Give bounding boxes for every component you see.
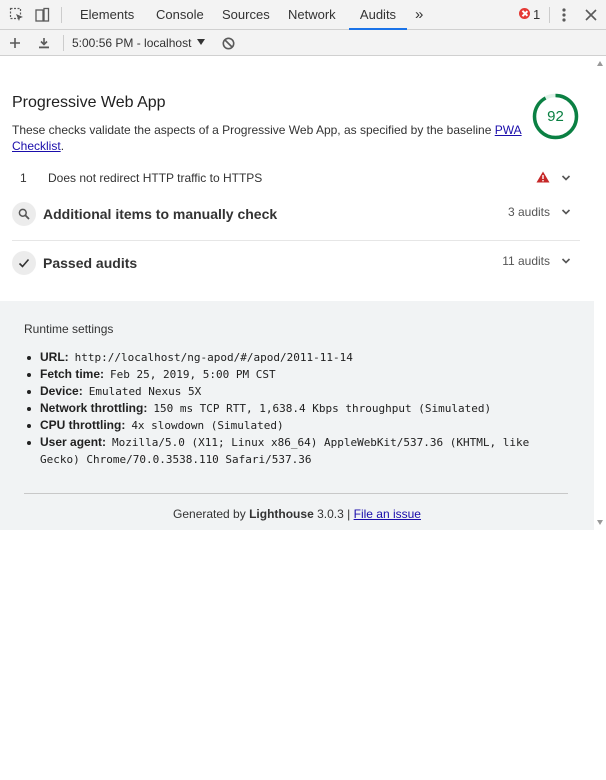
audit-row[interactable]: 1 Does not redirect HTTP traffic to HTTP… xyxy=(12,168,580,188)
score-value: 92 xyxy=(547,108,564,125)
runtime-setting-item: Fetch time: Feb 25, 2019, 5:00 PM CST xyxy=(24,366,564,383)
warning-icon xyxy=(536,171,550,183)
kebab-menu-icon[interactable] xyxy=(555,6,573,24)
scrollbar[interactable] xyxy=(594,56,606,530)
setting-value: http://localhost/ng-apod/#/apod/2011-11-… xyxy=(74,351,353,364)
report-footer: Runtime settings URL: http://localhost/ng… xyxy=(0,301,594,530)
lighthouse-version: 3.0.3 xyxy=(317,507,344,521)
search-icon xyxy=(12,202,36,226)
checkmark-icon xyxy=(12,251,36,275)
category-title: Progressive Web App xyxy=(12,94,166,111)
group-manual-checks[interactable]: Additional items to manually check 3 aud… xyxy=(12,195,580,235)
inspect-element-icon[interactable] xyxy=(8,6,26,24)
group-title: Additional items to manually check xyxy=(43,206,278,222)
runtime-setting-item: User agent: Mozilla/5.0 (X11; Linux x86_6… xyxy=(24,434,564,468)
tab-console[interactable]: Console xyxy=(156,0,204,30)
tab-sources[interactable]: Sources xyxy=(222,0,270,30)
description-suffix: . xyxy=(60,138,65,153)
setting-label: User agent: xyxy=(40,435,107,449)
toolbar-separator xyxy=(549,7,550,23)
setting-label: Network throttling: xyxy=(40,401,148,415)
audit-index: 1 xyxy=(20,171,27,185)
error-icon[interactable] xyxy=(519,8,530,19)
setting-label: Fetch time: xyxy=(40,367,105,381)
chevron-down-icon[interactable] xyxy=(197,39,205,45)
audits-toolbar: 5:00:56 PM - localhost xyxy=(0,30,606,56)
footer-divider xyxy=(24,493,568,494)
download-icon[interactable] xyxy=(35,34,53,52)
runtime-setting-item: Device: Emulated Nexus 5X xyxy=(24,383,564,400)
close-icon[interactable] xyxy=(582,6,600,24)
devtools-tabbar: Elements Console Sources Network Audits … xyxy=(0,0,606,30)
lighthouse-name: Lighthouse xyxy=(249,507,314,521)
report-session-select[interactable]: 5:00:56 PM - localhost xyxy=(72,30,191,56)
runtime-setting-item: URL: http://localhost/ng-apod/#/apod/2011… xyxy=(24,349,564,366)
audit-title: Does not redirect HTTP traffic to HTTPS xyxy=(48,171,263,185)
runtime-settings-list: URL: http://localhost/ng-apod/#/apod/2011… xyxy=(24,349,564,468)
footer-separator: | xyxy=(347,507,351,521)
tab-network[interactable]: Network xyxy=(288,0,336,30)
setting-label: Device: xyxy=(40,384,83,398)
runtime-setting-item: Network throttling: 150 ms TCP RTT, 1,638… xyxy=(24,400,564,417)
group-title: Passed audits xyxy=(43,255,138,271)
setting-value: 4x slowdown (Simulated) xyxy=(131,419,284,432)
category-description: These checks validate the aspects of a P… xyxy=(12,123,532,154)
setting-value: 150 ms TCP RTT, 1,638.4 Kbps throughput … xyxy=(153,402,492,415)
setting-label: URL: xyxy=(40,350,69,364)
generated-by-text: Generated by xyxy=(173,507,246,521)
device-toolbar-icon[interactable] xyxy=(33,6,51,24)
tab-elements[interactable]: Elements xyxy=(80,0,134,30)
tab-audits[interactable]: Audits xyxy=(349,0,407,30)
group-divider xyxy=(12,240,580,241)
runtime-setting-item: CPU throttling: 4x slowdown (Simulated) xyxy=(24,417,564,434)
report-content[interactable]: Progressive Web App 92 These checks vali… xyxy=(0,56,606,530)
chevron-down-icon[interactable] xyxy=(561,173,571,183)
scroll-up-arrow-icon[interactable] xyxy=(597,61,603,66)
runtime-settings-title: Runtime settings xyxy=(24,322,114,336)
chevron-down-icon[interactable] xyxy=(561,256,571,266)
generated-by-line: Generated by Lighthouse 3.0.3 | File an … xyxy=(0,507,594,521)
clear-icon[interactable] xyxy=(219,34,237,52)
group-passed-audits[interactable]: Passed audits 11 audits xyxy=(12,244,580,284)
description-text: These checks validate the aspects of a P… xyxy=(12,123,492,137)
chevron-down-icon[interactable] xyxy=(561,207,571,217)
toolbar-separator xyxy=(63,35,64,51)
setting-value: Mozilla/5.0 (X11; Linux x86_64) AppleWeb… xyxy=(40,436,530,466)
error-count[interactable]: 1 xyxy=(533,0,540,30)
more-tabs-button[interactable]: » xyxy=(415,0,423,30)
scroll-down-arrow-icon[interactable] xyxy=(597,520,603,525)
setting-value: Emulated Nexus 5X xyxy=(88,385,202,398)
setting-label: CPU throttling: xyxy=(40,418,126,432)
group-count: 11 audits xyxy=(502,254,550,268)
plus-icon[interactable] xyxy=(6,34,24,52)
group-count: 3 audits xyxy=(507,205,550,219)
toolbar-separator xyxy=(61,7,62,23)
setting-value: Feb 25, 2019, 5:00 PM CST xyxy=(110,368,276,381)
file-issue-link[interactable]: File an issue xyxy=(354,507,421,521)
